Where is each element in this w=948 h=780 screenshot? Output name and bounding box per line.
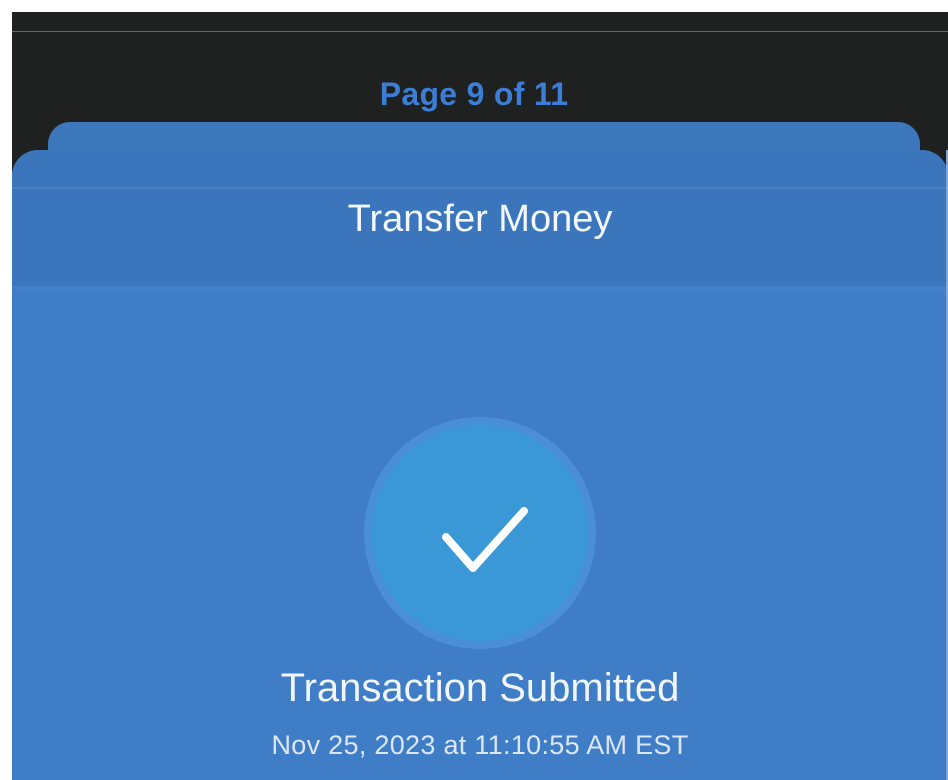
status-title: Transaction Submitted	[280, 666, 680, 710]
screenshot-frame: Page 9 of 11 Transfer Money Transaction …	[0, 0, 948, 780]
page-title: Transfer Money	[347, 198, 613, 240]
page-number-label: Page 9 of 11	[379, 76, 569, 112]
status-timestamp: Nov 25, 2023 at 11:10:55 AM EST	[271, 730, 689, 760]
sheet-header: Transfer Money	[12, 150, 948, 286]
transfer-sheet: Transfer Money Transaction Submitted Nov…	[12, 150, 948, 780]
header-divider	[12, 286, 948, 292]
header-top-line	[12, 187, 948, 189]
divider-line	[12, 31, 948, 32]
checkmark-icon	[442, 507, 528, 572]
